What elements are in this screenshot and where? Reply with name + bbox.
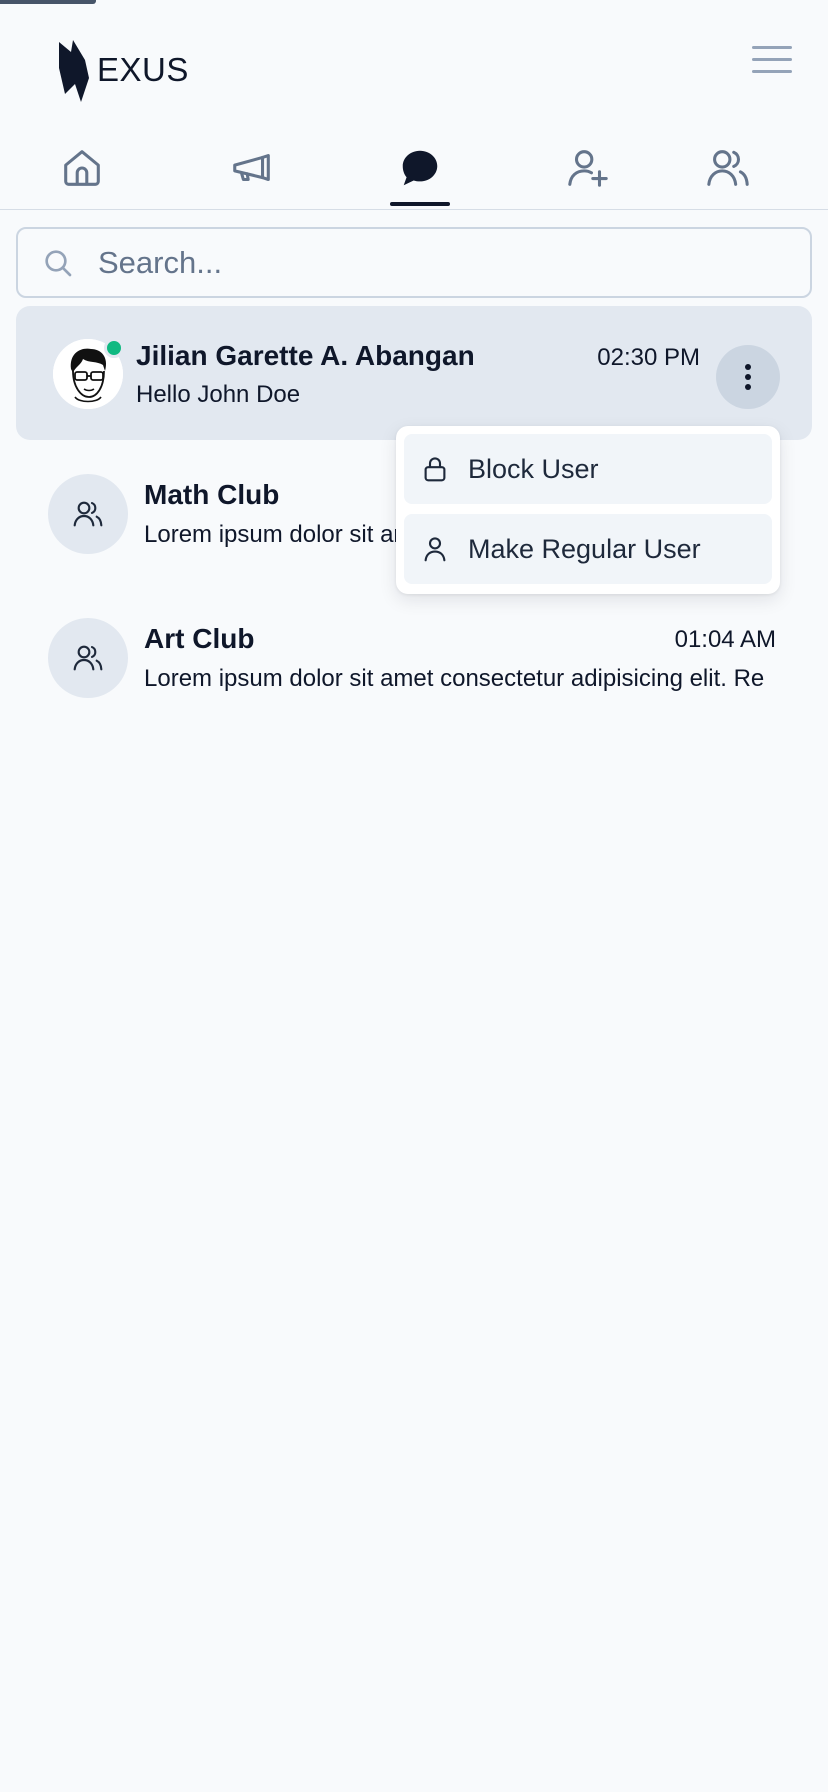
logo-text: EXUS [97, 51, 189, 88]
online-status-dot [104, 338, 124, 358]
user-icon [424, 537, 446, 562]
active-tab-indicator [390, 202, 450, 206]
search-bar [16, 227, 812, 298]
home-icon [64, 150, 100, 186]
group-icon [73, 501, 103, 527]
group-icon [73, 645, 103, 671]
make-regular-user-menu-item[interactable]: Make Regular User [404, 514, 772, 584]
kebab-dot [745, 374, 751, 380]
hamburger-icon[interactable] [752, 46, 792, 80]
tab-users[interactable] [698, 140, 758, 196]
chat-row[interactable]: Art Club Lorem ipsum dolor sit amet cons… [16, 608, 776, 708]
app-header: EXUS [0, 0, 828, 120]
search-input[interactable] [98, 244, 778, 281]
chat-name: Jilian Garette A. Abangan [136, 340, 475, 371]
user-plus-icon [568, 150, 608, 187]
chat-last-message: Hello John Doe [136, 381, 301, 408]
tab-announcements[interactable] [222, 140, 282, 196]
menu-item-label: Make Regular User [468, 533, 701, 564]
chat-row[interactable]: Jilian Garette A. Abangan Hello John Doe… [16, 306, 812, 440]
search-icon [45, 249, 72, 276]
lock-icon [424, 457, 446, 482]
kebab-dot [745, 364, 751, 370]
users-icon [707, 150, 749, 186]
chat-time: 01:04 AM [674, 626, 776, 653]
chat-last-message: Lorem ipsum dolor sit amet consectetur a… [144, 665, 764, 692]
megaphone-icon [233, 154, 270, 182]
chat-bubble-icon [402, 150, 438, 186]
tab-chats[interactable] [390, 140, 450, 196]
chat-time: 02:30 PM [597, 344, 700, 371]
menu-item-label: Block User [468, 453, 599, 484]
options-dropdown: Block User Make Regular User [396, 426, 780, 594]
nav-tabs [0, 130, 828, 210]
app-logo[interactable]: EXUS [55, 38, 189, 102]
group-avatar [48, 618, 128, 698]
more-options-button[interactable] [716, 345, 780, 409]
group-avatar [48, 474, 128, 554]
kebab-dot [745, 384, 751, 390]
tab-home[interactable] [52, 140, 112, 196]
logo-mark-icon [59, 40, 89, 102]
chat-name: Art Club [144, 623, 255, 654]
tab-add-user[interactable] [558, 140, 618, 196]
chat-name: Math Club [144, 479, 280, 510]
block-user-menu-item[interactable]: Block User [404, 434, 772, 504]
